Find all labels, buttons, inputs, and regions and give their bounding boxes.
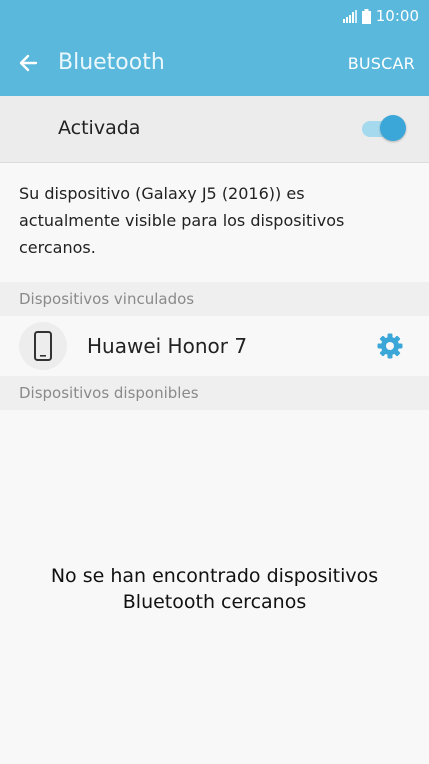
empty-state-line-1: No se han encontrado dispositivos: [50, 565, 379, 587]
page-title: Bluetooth: [58, 50, 165, 75]
status-bar: 10:00: [0, 0, 429, 32]
phone-icon: [34, 331, 52, 361]
paired-devices-header: Dispositivos vinculados: [0, 282, 429, 316]
available-devices-header-label: Dispositivos disponibles: [19, 384, 199, 402]
paired-device-row[interactable]: Huawei Honor 7: [0, 316, 429, 376]
app-bar: Bluetooth BUSCAR: [0, 32, 429, 96]
available-devices-header: Dispositivos disponibles: [0, 376, 429, 410]
status-icons: 10:00: [342, 6, 419, 26]
device-name: Huawei Honor 7: [87, 334, 248, 358]
bluetooth-toggle[interactable]: [362, 115, 408, 143]
device-avatar: [19, 322, 67, 370]
signal-icon: [342, 9, 357, 23]
status-time: 10:00: [375, 7, 419, 25]
battery-icon: [361, 8, 371, 24]
empty-state-line-2: Bluetooth cercanos: [122, 591, 307, 613]
master-switch-label: Activada: [58, 117, 141, 139]
empty-state-message: No se han encontrado dispositivos Blueto…: [0, 563, 429, 615]
toggle-thumb: [380, 115, 406, 141]
gear-icon[interactable]: [376, 332, 404, 360]
back-arrow-icon[interactable]: [16, 50, 42, 76]
visibility-info: Su dispositivo (Galaxy J5 (2016)) es act…: [19, 184, 345, 257]
paired-devices-header-label: Dispositivos vinculados: [19, 290, 195, 308]
search-button[interactable]: BUSCAR: [348, 54, 415, 74]
